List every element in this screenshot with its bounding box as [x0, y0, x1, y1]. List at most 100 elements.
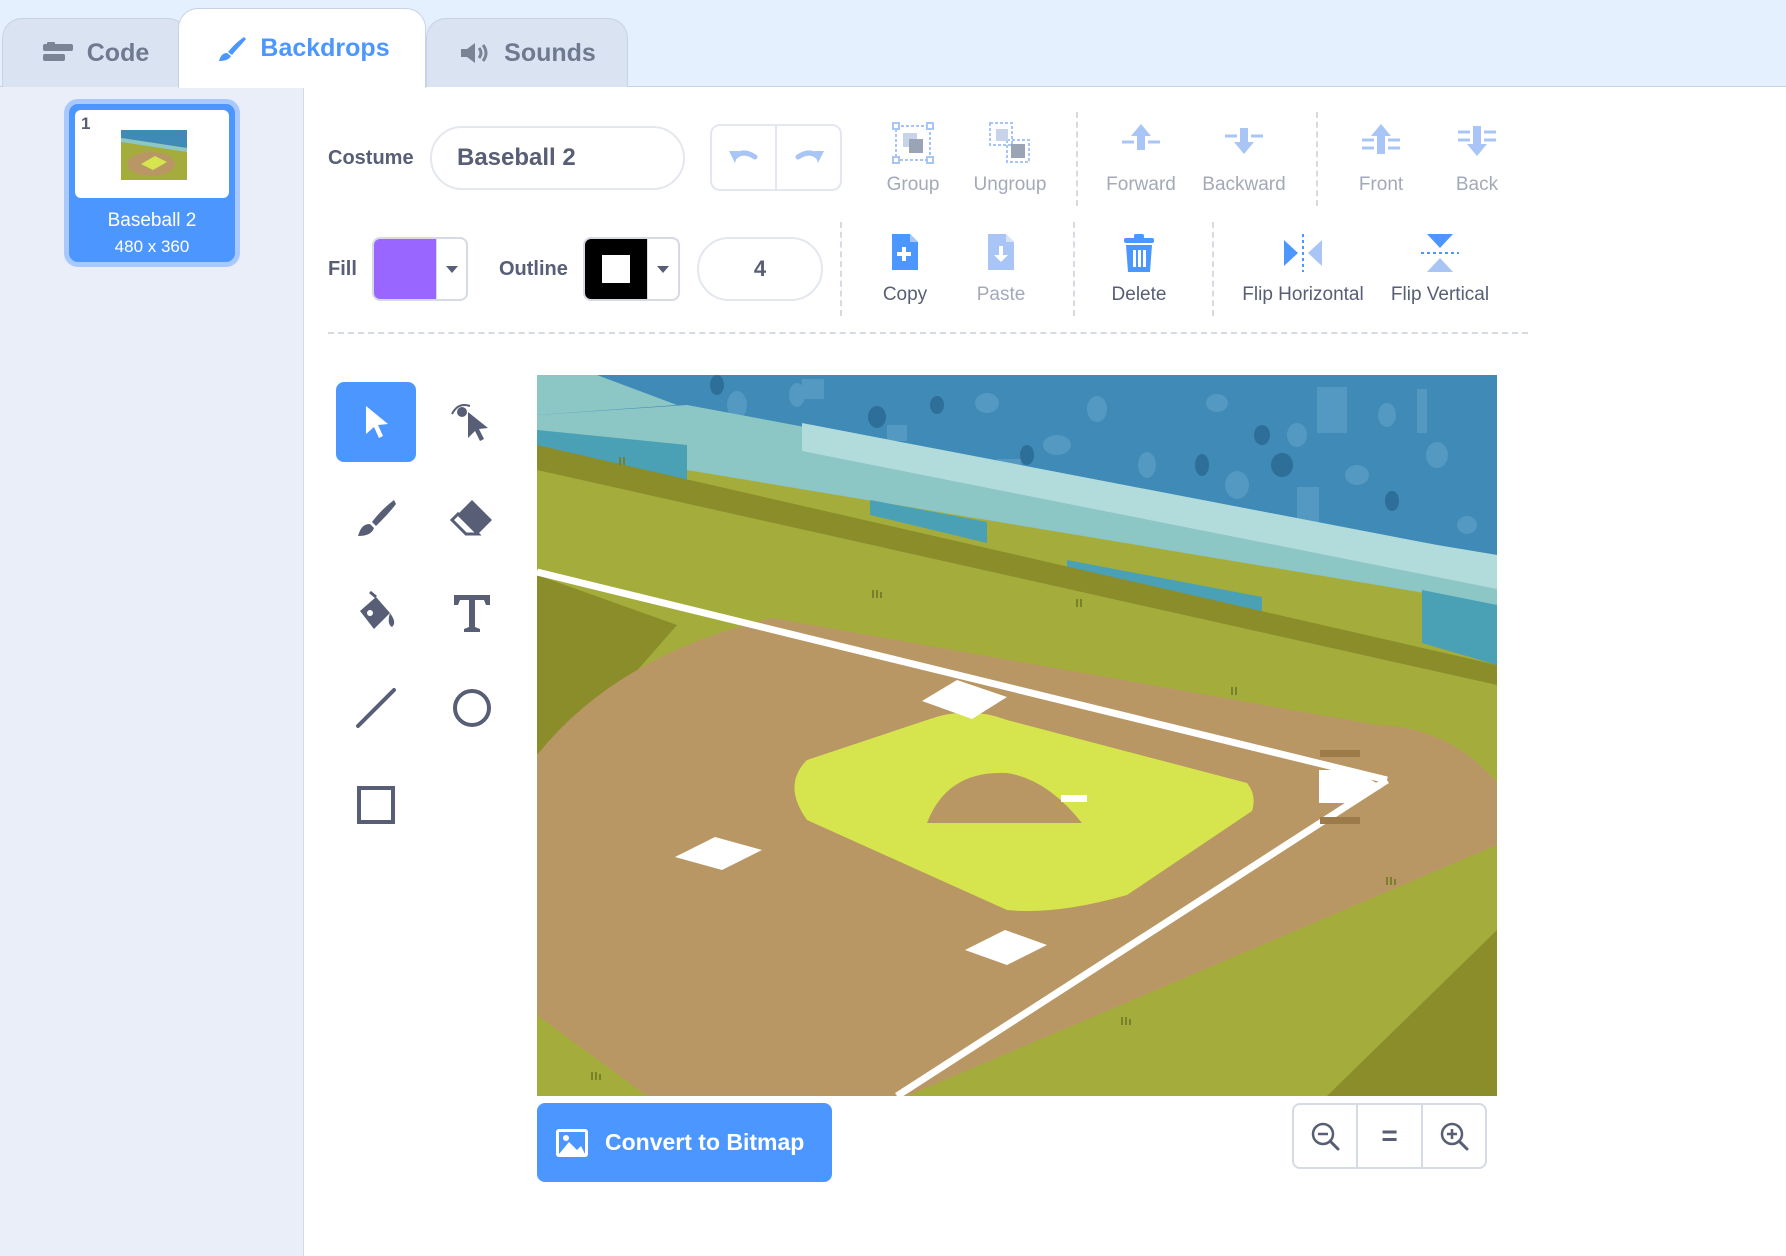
copy-icon — [892, 234, 918, 270]
toolbar-divider — [1073, 222, 1075, 316]
forward-button[interactable]: Forward — [1086, 120, 1196, 196]
zoom-reset-button[interactable]: = — [1356, 1105, 1420, 1167]
flip-horizontal-button[interactable]: Flip Horizontal — [1242, 230, 1364, 306]
toolbar-divider — [1076, 112, 1078, 206]
zoom-in-icon — [1440, 1122, 1469, 1151]
reshape-tool[interactable] — [432, 382, 512, 462]
circle-tool[interactable] — [432, 668, 512, 748]
flip-horizontal-label: Flip Horizontal — [1242, 284, 1364, 305]
flip-horizontal-icon — [1284, 234, 1322, 272]
outline-label: Outline — [499, 258, 568, 280]
costume-list-panel: 1 Baseball 2 480 x 360 — [0, 87, 304, 1256]
undo-icon — [728, 150, 757, 163]
flip-vertical-button[interactable]: Flip Vertical — [1385, 230, 1495, 306]
fill-label: Fill — [328, 258, 357, 280]
outline-swatch — [585, 239, 647, 299]
flip-vertical-label: Flip Vertical — [1390, 284, 1490, 305]
fill-swatch — [374, 239, 436, 299]
flip-vertical-icon — [1421, 234, 1459, 272]
redo-icon — [795, 150, 824, 163]
select-tool[interactable] — [336, 382, 416, 462]
eraser-icon — [449, 500, 492, 536]
costume-thumbnail — [121, 130, 187, 180]
backward-icon — [1225, 128, 1263, 154]
outline-width-input[interactable] — [697, 237, 823, 301]
undo-button[interactable] — [712, 126, 775, 189]
front-icon — [1362, 124, 1400, 154]
front-label: Front — [1358, 174, 1404, 195]
convert-to-bitmap-label: Convert to Bitmap — [605, 1129, 805, 1155]
delete-label: Delete — [1111, 284, 1167, 305]
zoom-out-icon — [1311, 1122, 1340, 1151]
tab-sounds-label: Sounds — [504, 38, 596, 67]
convert-to-bitmap-button[interactable]: Convert to Bitmap — [537, 1103, 832, 1182]
line-icon — [356, 688, 396, 728]
toolbar-divider — [840, 222, 842, 316]
redo-button[interactable] — [775, 126, 840, 189]
code-icon — [42, 42, 73, 61]
fill-tool[interactable] — [336, 573, 416, 653]
zoom-in-button[interactable] — [1420, 1105, 1485, 1167]
paint-canvas[interactable] — [537, 375, 1497, 1096]
brush-tool[interactable] — [336, 478, 416, 558]
circle-icon — [453, 689, 491, 727]
reshape-icon — [451, 404, 488, 441]
back-icon — [1458, 126, 1496, 156]
back-button[interactable]: Back — [1422, 120, 1532, 196]
group-icon — [892, 122, 934, 164]
outline-color-picker[interactable] — [583, 237, 680, 301]
delete-button[interactable]: Delete — [1084, 230, 1194, 306]
backward-label: Backward — [1202, 174, 1286, 195]
paste-button[interactable]: Paste — [946, 230, 1056, 306]
tab-sounds[interactable]: Sounds — [426, 18, 628, 87]
editor-tab-bar: Code Backdrops Sounds — [0, 0, 1786, 88]
group-label: Group — [886, 174, 940, 195]
forward-icon — [1122, 124, 1160, 150]
fill-color-picker[interactable] — [372, 237, 468, 301]
tab-backdrops[interactable]: Backdrops — [178, 8, 426, 88]
paintbrush-icon — [219, 36, 247, 61]
ungroup-label: Ungroup — [973, 174, 1047, 195]
tab-code[interactable]: Code — [2, 18, 188, 87]
rectangle-tool[interactable] — [336, 765, 416, 845]
eraser-tool[interactable] — [432, 478, 512, 558]
costume-index: 1 — [81, 114, 91, 133]
trash-icon — [1124, 234, 1154, 272]
toolbar-separator — [328, 332, 1528, 334]
costume-thumbnail-area: 1 — [75, 110, 229, 198]
baseball-field-backdrop — [537, 375, 1497, 1096]
toolbar-divider — [1316, 112, 1318, 206]
paste-icon — [988, 234, 1014, 270]
costume-size: 480 x 360 — [114, 237, 190, 256]
costume-item[interactable]: 1 Baseball 2 480 x 360 — [64, 99, 240, 267]
costume-name-label: Costume — [328, 147, 414, 169]
chevron-down-icon — [445, 266, 458, 273]
copy-button[interactable]: Copy — [850, 230, 960, 306]
costume-name: Baseball 2 — [107, 210, 197, 231]
rectangle-icon — [357, 786, 395, 824]
brush-icon — [358, 500, 396, 536]
group-button[interactable]: Group — [858, 120, 968, 196]
back-label: Back — [1455, 174, 1499, 195]
ungroup-button[interactable]: Ungroup — [955, 120, 1065, 196]
backward-button[interactable]: Backward — [1189, 120, 1299, 196]
zoom-reset-label: = — [1381, 1120, 1398, 1151]
chevron-down-icon — [656, 266, 669, 273]
toolbar-divider — [1212, 222, 1214, 316]
zoom-controls: = — [1292, 1103, 1487, 1169]
paint-bucket-icon — [360, 590, 395, 629]
text-tool[interactable] — [432, 573, 512, 653]
zoom-out-button[interactable] — [1294, 1105, 1356, 1167]
speaker-icon — [461, 43, 488, 63]
line-tool[interactable] — [336, 668, 416, 748]
front-button[interactable]: Front — [1326, 120, 1436, 196]
paste-label: Paste — [976, 284, 1026, 305]
fill-dropdown[interactable] — [436, 239, 466, 299]
copy-label: Copy — [882, 284, 928, 305]
select-arrow-icon — [366, 406, 388, 438]
tab-code-label: Code — [86, 38, 150, 67]
outline-swatch-inner — [602, 255, 630, 283]
costume-name-input[interactable] — [430, 126, 685, 190]
bitmap-icon — [556, 1128, 588, 1157]
outline-dropdown[interactable] — [647, 239, 677, 299]
